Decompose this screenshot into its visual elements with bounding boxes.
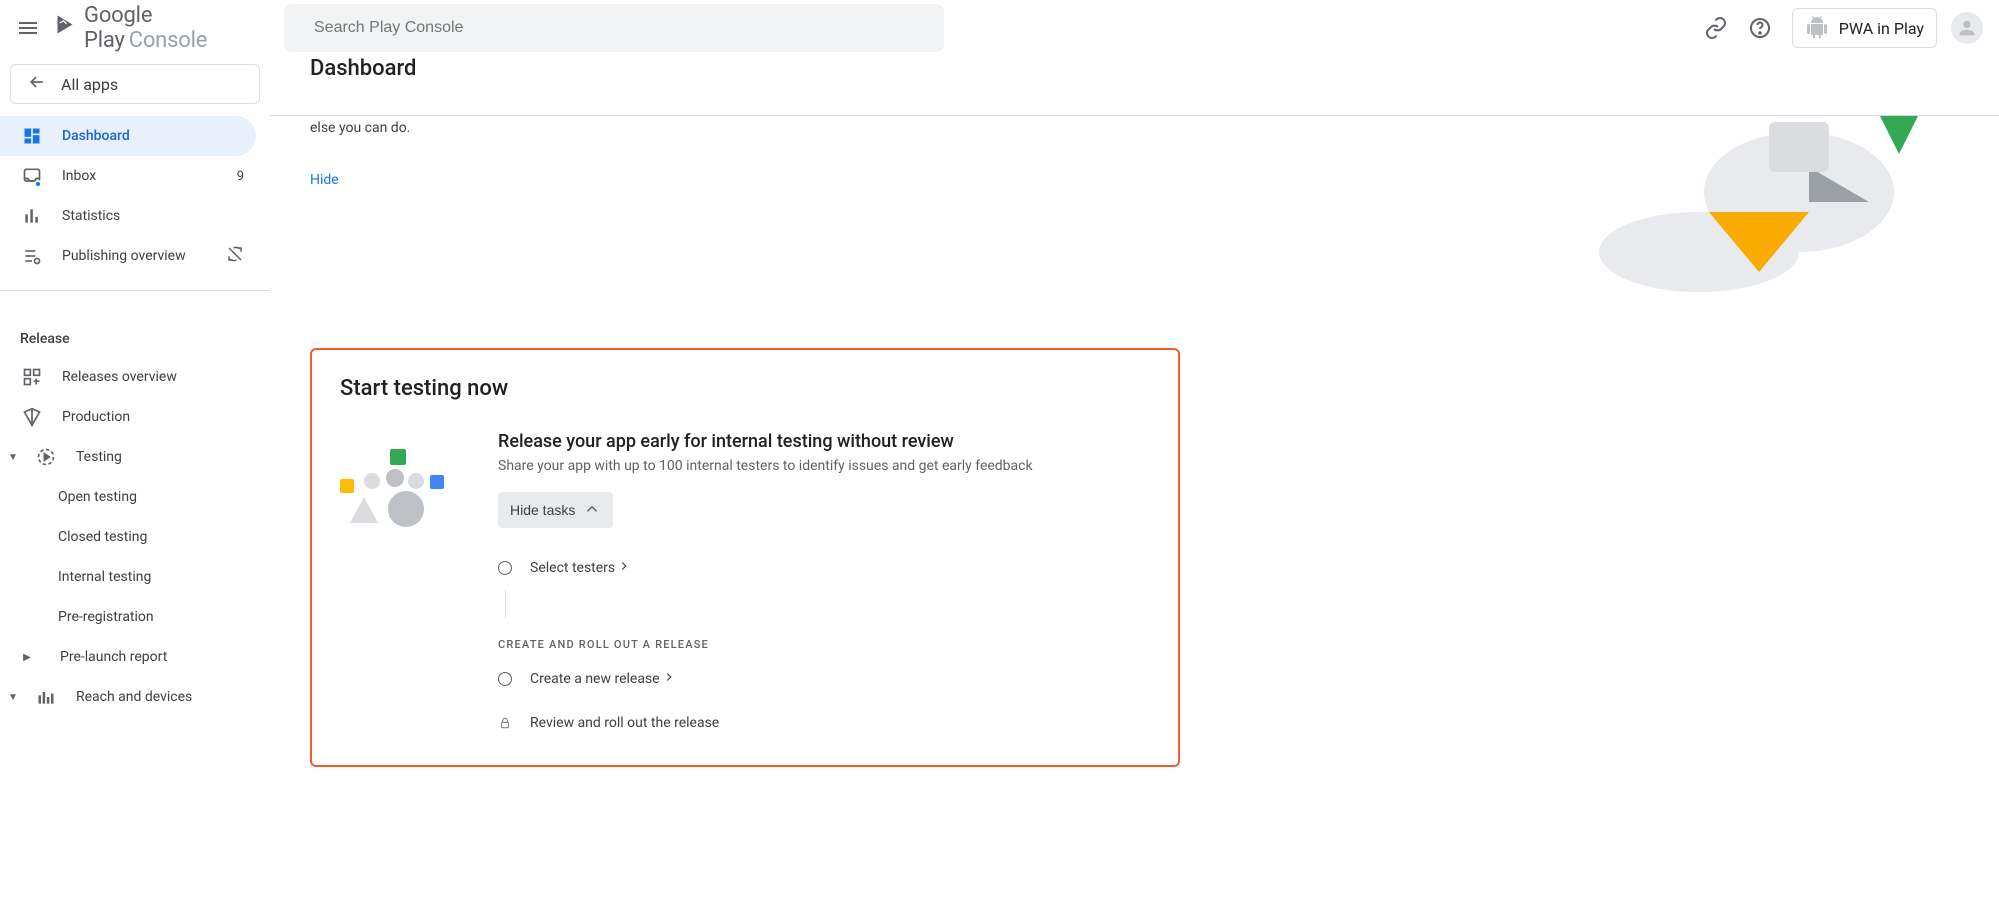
lock-icon bbox=[498, 716, 512, 730]
statistics-icon bbox=[20, 204, 44, 228]
card-description: Share your app with up to 100 internal t… bbox=[498, 458, 1150, 474]
hide-tasks-button[interactable]: Hide tasks bbox=[498, 492, 613, 528]
nav-statistics[interactable]: Statistics bbox=[0, 196, 256, 236]
app-selector[interactable]: PWA in Play bbox=[1792, 8, 1937, 48]
task-label: Select testers bbox=[530, 560, 615, 576]
task-label: Review and roll out the release bbox=[530, 715, 719, 731]
nav-pre-registration[interactable]: Pre-registration bbox=[0, 597, 256, 637]
sidebar-brand-row: Google PlayConsole bbox=[0, 0, 270, 56]
sync-off-icon bbox=[226, 245, 244, 267]
chevron-right-icon bbox=[617, 559, 631, 577]
nav-label: Production bbox=[62, 409, 130, 425]
search-bar[interactable] bbox=[284, 4, 944, 52]
page-title: Dashboard bbox=[310, 56, 416, 81]
card-body: Release your app early for internal test… bbox=[340, 421, 1150, 745]
expand-down-icon[interactable]: ▼ bbox=[8, 452, 18, 463]
nav-testing[interactable]: ▼ Testing bbox=[0, 437, 256, 477]
header-right: PWA in Play bbox=[1696, 8, 1983, 48]
task-label: Create a new release bbox=[530, 671, 660, 687]
main-scroll[interactable]: else you can do. Hide Start testing now bbox=[270, 116, 1999, 923]
nav-publishing-overview[interactable]: Publishing overview bbox=[0, 236, 256, 276]
nav-dashboard[interactable]: Dashboard bbox=[0, 116, 256, 156]
all-apps-label: All apps bbox=[61, 75, 118, 94]
chevron-up-icon bbox=[583, 500, 601, 521]
intro-text-fragment: else you can do. bbox=[310, 120, 1959, 136]
task-create-release[interactable]: Create a new release bbox=[498, 657, 1150, 701]
android-icon bbox=[1805, 16, 1829, 40]
nav-label: Dashboard bbox=[62, 128, 130, 144]
nav-label: Testing bbox=[76, 449, 122, 465]
brand[interactable]: Google PlayConsole bbox=[56, 3, 232, 53]
app-selector-label: PWA in Play bbox=[1839, 19, 1924, 38]
search-input[interactable] bbox=[312, 18, 930, 38]
sidebar: Google PlayConsole All apps Dashboard In… bbox=[0, 0, 270, 923]
reach-icon bbox=[34, 685, 58, 709]
task-list: Select testers Create and roll out a rel… bbox=[498, 546, 1150, 745]
production-icon bbox=[20, 405, 44, 429]
help-icon[interactable] bbox=[1740, 8, 1780, 48]
brand-text: Google PlayConsole bbox=[84, 3, 232, 53]
nav-pre-launch-report[interactable]: ▶ Pre-launch report bbox=[0, 637, 256, 677]
card-title: Start testing now bbox=[340, 376, 1150, 401]
nav-label: Statistics bbox=[62, 208, 120, 224]
task-link[interactable]: Select testers bbox=[530, 559, 631, 577]
hamburger-icon[interactable] bbox=[10, 8, 46, 48]
nav-label: Internal testing bbox=[58, 569, 151, 585]
chevron-right-icon bbox=[662, 670, 676, 688]
task-connector bbox=[505, 590, 506, 618]
nav-reach-row: ▼ Reach and devices bbox=[0, 677, 270, 717]
link-icon[interactable] bbox=[1696, 8, 1736, 48]
nav-label: Publishing overview bbox=[62, 248, 186, 264]
nav-closed-testing[interactable]: Closed testing bbox=[0, 517, 256, 557]
nav-open-testing[interactable]: Open testing bbox=[0, 477, 256, 517]
expand-right-icon[interactable]: ▶ bbox=[22, 652, 32, 663]
header-top: PWA in Play bbox=[0, 0, 1999, 56]
task-review-rollout: Review and roll out the release bbox=[498, 701, 1150, 745]
nav-testing-row: ▼ Testing bbox=[0, 437, 270, 477]
inbox-count: 9 bbox=[237, 169, 244, 184]
hide-link[interactable]: Hide bbox=[310, 172, 339, 188]
task-link[interactable]: Create a new release bbox=[530, 670, 676, 688]
section-release: Release bbox=[0, 305, 270, 357]
header: PWA in Play Dashboard bbox=[0, 0, 1999, 116]
sidebar-separator bbox=[0, 290, 270, 291]
task-bullet bbox=[498, 672, 512, 686]
nav-inbox[interactable]: Inbox 9 bbox=[0, 156, 256, 196]
header-divider bbox=[0, 115, 1999, 116]
task-select-testers[interactable]: Select testers bbox=[498, 546, 1150, 590]
nav-label: Pre-launch report bbox=[60, 649, 167, 665]
inbox-unread-dot bbox=[34, 180, 42, 188]
card-heading: Release your app early for internal test… bbox=[498, 431, 1150, 452]
nav-label: Open testing bbox=[58, 489, 137, 505]
task-subhead: Create and roll out a release bbox=[498, 638, 1150, 651]
task-bullet bbox=[498, 561, 512, 575]
person-icon bbox=[1956, 17, 1978, 39]
nav-releases-overview[interactable]: Releases overview bbox=[0, 357, 256, 397]
card-main: Release your app early for internal test… bbox=[498, 421, 1150, 745]
all-apps-button[interactable]: All apps bbox=[10, 64, 260, 104]
nav-production[interactable]: Production bbox=[0, 397, 256, 437]
nav-label: Releases overview bbox=[62, 369, 177, 385]
card-illustration bbox=[340, 449, 450, 539]
expand-down-icon[interactable]: ▼ bbox=[8, 692, 18, 703]
testing-icon bbox=[34, 445, 58, 469]
arrow-left-icon bbox=[27, 72, 47, 96]
nav-label: Closed testing bbox=[58, 529, 147, 545]
nav-label: Inbox bbox=[62, 168, 96, 184]
avatar[interactable] bbox=[1951, 12, 1983, 44]
nav-label: Pre-registration bbox=[58, 609, 154, 625]
publishing-icon bbox=[20, 244, 44, 268]
play-logo-icon bbox=[56, 14, 74, 42]
dashboard-icon bbox=[20, 124, 44, 148]
intro-area: else you can do. Hide bbox=[310, 120, 1959, 188]
nav-prelaunch-row: ▶ Pre-launch report bbox=[0, 637, 270, 677]
nav-label: Reach and devices bbox=[76, 689, 192, 705]
nav-reach-and-devices[interactable]: ▼ Reach and devices bbox=[0, 677, 256, 717]
nav-internal-testing[interactable]: Internal testing bbox=[0, 557, 256, 597]
hide-tasks-label: Hide tasks bbox=[510, 502, 575, 518]
hero-illustration bbox=[1579, 116, 1919, 292]
header-sub: Dashboard bbox=[0, 56, 1999, 93]
releases-icon bbox=[20, 365, 44, 389]
start-testing-card: Start testing now Release your app early… bbox=[310, 348, 1180, 767]
